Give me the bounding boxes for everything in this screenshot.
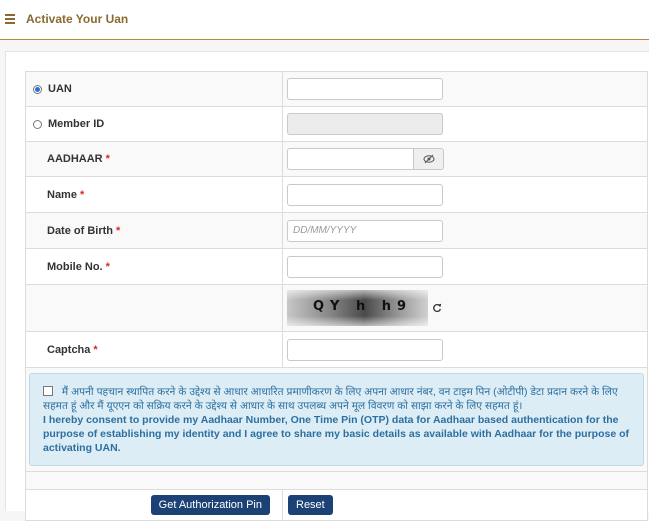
- member-id-input: [287, 113, 443, 135]
- consent-checkbox[interactable]: [43, 386, 53, 396]
- captcha-image-row: QY h h9: [26, 285, 647, 332]
- name-label: Name: [47, 188, 77, 201]
- member-id-option[interactable]: Member ID: [26, 107, 283, 141]
- captcha-text: QY h h9: [313, 299, 413, 314]
- uan-label: UAN: [48, 83, 72, 95]
- page-header: Activate Your Uan: [0, 0, 649, 40]
- captcha-row: Captcha *: [26, 332, 647, 368]
- aadhaar-input[interactable]: [287, 148, 414, 170]
- action-row: Get Authorization Pin Reset: [26, 490, 647, 521]
- dob-label: Date of Birth: [47, 224, 113, 237]
- consent-box: मैं अपनी पहचान स्थापित करने के उद्देश्य …: [29, 373, 644, 466]
- aadhaar-row: AADHAAR *: [26, 142, 647, 177]
- eye-slash-icon: [423, 154, 434, 164]
- menu-icon[interactable]: [5, 14, 15, 24]
- aadhaar-label: AADHAAR: [47, 153, 103, 165]
- dob-input[interactable]: DD/MM/YYYY: [287, 219, 443, 242]
- member-id-row: Member ID: [26, 107, 647, 142]
- name-input[interactable]: [287, 183, 443, 206]
- required-mark: *: [105, 260, 110, 273]
- uan-radio[interactable]: [33, 84, 42, 94]
- required-mark: *: [93, 343, 98, 356]
- dob-row: Date of Birth * DD/MM/YYYY: [26, 213, 647, 249]
- member-id-radio[interactable]: [33, 119, 42, 129]
- consent-hindi-text: मैं अपनी पहचान स्थापित करने के उद्देश्य …: [43, 386, 618, 412]
- reset-button[interactable]: Reset: [288, 495, 333, 515]
- uan-input[interactable]: [287, 78, 443, 100]
- uan-option[interactable]: UAN: [26, 72, 283, 106]
- required-mark: *: [79, 188, 85, 201]
- captcha-image: QY h h9: [287, 290, 428, 326]
- consent-english-text: I hereby consent to provide my Aadhaar N…: [43, 414, 630, 454]
- toggle-visibility-button[interactable]: [414, 148, 444, 170]
- captcha-input[interactable]: [287, 338, 443, 361]
- consent-row: मैं अपनी पहचान स्थापित करने के उद्देश्य …: [26, 368, 647, 472]
- mobile-row: Mobile No. *: [26, 249, 647, 285]
- refresh-icon[interactable]: [432, 303, 442, 313]
- captcha-label: Captcha: [47, 343, 91, 356]
- activate-uan-form: UAN Member ID AADHAAR * Name * Date of B…: [25, 71, 648, 521]
- name-row: Name *: [26, 177, 647, 213]
- uan-row: UAN: [26, 72, 647, 107]
- mobile-label: Mobile No.: [47, 260, 103, 273]
- page-title: Activate Your Uan: [26, 12, 129, 26]
- mobile-input[interactable]: [287, 255, 443, 278]
- dob-placeholder: DD/MM/YYYY: [293, 225, 357, 236]
- required-mark: *: [105, 153, 110, 165]
- member-id-label: Member ID: [48, 118, 105, 130]
- get-authorization-pin-button[interactable]: Get Authorization Pin: [150, 495, 270, 515]
- required-mark: *: [116, 224, 121, 237]
